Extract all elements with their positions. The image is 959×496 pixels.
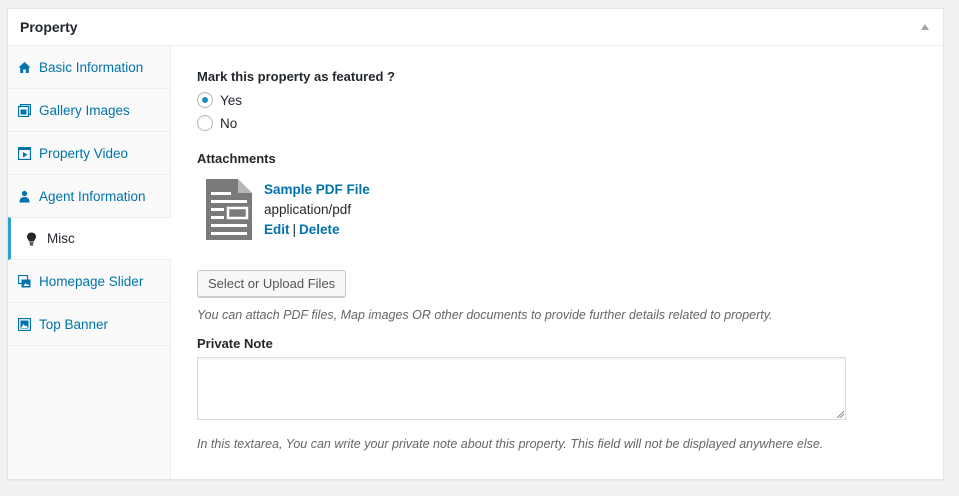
home-icon: [18, 61, 31, 74]
resize-handle-icon[interactable]: [837, 411, 844, 418]
banner-icon: [18, 317, 31, 331]
video-icon: [18, 146, 31, 160]
edit-attachment-link[interactable]: Edit: [264, 222, 290, 237]
featured-yes-option[interactable]: Yes: [197, 92, 242, 108]
tab-top-banner[interactable]: Top Banner: [8, 303, 170, 346]
private-note-help-text: In this textarea, You can write your pri…: [197, 437, 824, 451]
tab-homepage-slider[interactable]: Homepage Slider: [8, 260, 170, 303]
select-upload-files-button[interactable]: Select or Upload Files: [197, 270, 347, 297]
radio-no-label: No: [220, 115, 238, 131]
tab-list: Basic Information Gallery Images Propert…: [8, 46, 171, 479]
metabox-body: Basic Information Gallery Images Propert…: [8, 46, 943, 479]
radio-yes[interactable]: [197, 92, 213, 108]
attachment-item: Sample PDF File application/pdf Edit | Del…: [264, 180, 370, 240]
metabox-header[interactable]: Property: [8, 9, 943, 46]
radio-yes-label: Yes: [220, 92, 243, 108]
metabox-title: Property: [20, 19, 78, 35]
featured-no-option[interactable]: No: [197, 115, 237, 131]
tab-label: Homepage Slider: [39, 273, 144, 289]
tab-label: Misc: [47, 231, 75, 246]
tab-gallery-images[interactable]: Gallery Images: [8, 89, 170, 132]
tab-content-misc: Mark this property as featured ? Yes No …: [197, 46, 943, 479]
property-metabox: Property Basic Information Gallery Image…: [7, 8, 944, 480]
attachments-label: Attachments: [197, 151, 276, 166]
tab-agent-information[interactable]: Agent Information: [8, 175, 170, 218]
attachments-help-text: You can attach PDF files, Map images OR …: [197, 308, 773, 322]
delete-attachment-link[interactable]: Delete: [299, 222, 340, 237]
tab-property-video[interactable]: Property Video: [8, 132, 170, 175]
featured-label: Mark this property as featured ?: [197, 69, 395, 84]
slider-icon: [18, 274, 31, 288]
private-note-label: Private Note: [197, 336, 273, 351]
radio-no[interactable]: [197, 115, 213, 131]
attachment-file-name[interactable]: Sample PDF File: [264, 180, 370, 200]
tab-label: Property Video: [39, 145, 129, 161]
arrow-up-icon[interactable]: [921, 24, 929, 30]
tab-label: Basic Information: [39, 59, 144, 75]
tab-label: Gallery Images: [39, 102, 130, 118]
tab-basic-information[interactable]: Basic Information: [8, 46, 170, 89]
attachment-actions: Edit | Delete: [264, 220, 370, 240]
private-note-textarea[interactable]: [197, 357, 846, 420]
attachment-mime-type: application/pdf: [264, 202, 352, 217]
actions-separator: |: [292, 222, 297, 237]
document-icon: [206, 179, 252, 240]
lightbulb-icon: [25, 232, 38, 245]
tab-label: Top Banner: [39, 316, 109, 332]
gallery-icon: [18, 103, 31, 117]
user-icon: [18, 190, 31, 203]
tab-misc[interactable]: Misc: [8, 217, 171, 260]
tab-label: Agent Information: [39, 188, 146, 204]
